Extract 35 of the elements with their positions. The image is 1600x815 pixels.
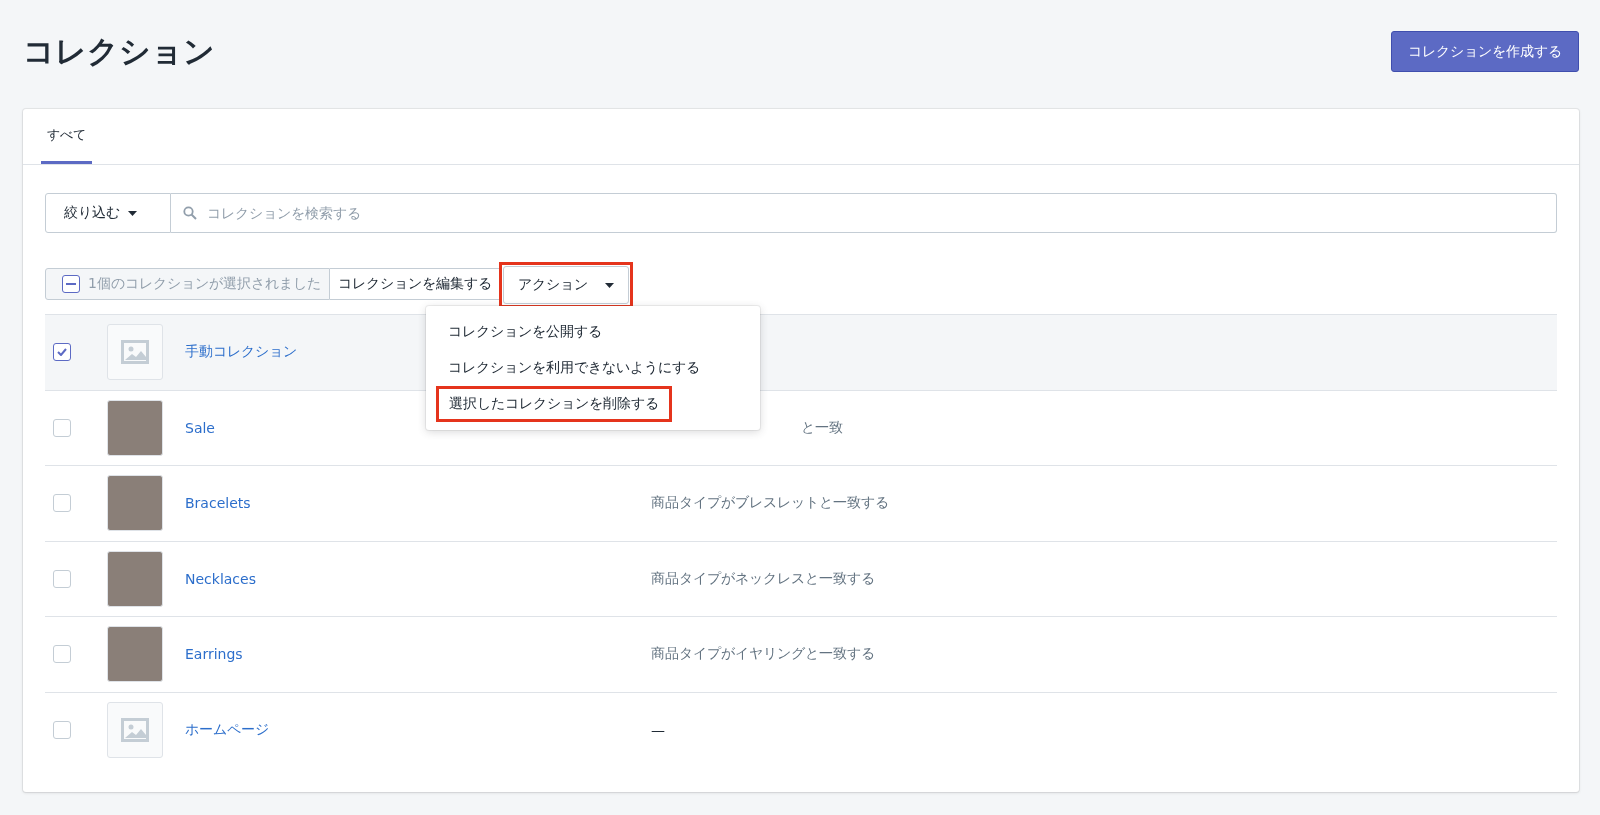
search-icon <box>183 206 197 220</box>
caret-icon <box>604 282 614 288</box>
image-icon <box>121 340 149 365</box>
collection-link[interactable]: Necklaces <box>185 570 256 587</box>
page-title: コレクション <box>23 31 215 71</box>
collection-link[interactable]: 手動コレクション <box>185 343 297 362</box>
image-icon <box>121 717 149 742</box>
menu-item[interactable]: コレクションを公開する <box>426 314 760 350</box>
photo-placeholder <box>107 626 163 683</box>
menu-item[interactable]: コレクションを利用できないようにする <box>426 350 760 386</box>
photo-placeholder <box>107 475 163 532</box>
condition-text: 商品タイプがブレスレットと一致する <box>651 494 889 513</box>
photo-placeholder <box>107 550 163 607</box>
select-all-checkbox[interactable] <box>62 275 80 293</box>
condition-text: と一致 <box>800 418 843 437</box>
minus-icon <box>66 283 76 285</box>
edit-collections-button[interactable]: コレクションを編集する <box>329 268 501 300</box>
action-dropdown[interactable]: アクション <box>502 266 629 304</box>
collection-link[interactable]: ホームページ <box>185 720 269 739</box>
collection-link[interactable]: Earrings <box>185 646 243 663</box>
checkmark-icon <box>57 348 67 357</box>
condition-text: 商品タイプがイヤリングと一致する <box>651 645 875 664</box>
condition-text: 商品タイプがネックレスと一致する <box>651 569 875 588</box>
create-collection-button[interactable]: コレクションを作成する <box>1391 31 1579 72</box>
tab[interactable]: すべて <box>41 109 92 164</box>
collection-link[interactable]: Sale <box>185 419 215 436</box>
condition-text: — <box>651 721 665 738</box>
selection-count: 1個のコレクションが選択されました <box>88 275 321 293</box>
collection-link[interactable]: Bracelets <box>185 495 251 512</box>
row-checkbox[interactable] <box>53 343 71 362</box>
search-field[interactable]: コレクションを検索する <box>171 193 1557 233</box>
photo-placeholder <box>107 399 163 456</box>
filter-button[interactable]: 絞り込む <box>45 193 171 233</box>
caret-icon <box>128 210 137 216</box>
menu-item[interactable]: 選択したコレクションを削除する <box>436 386 672 422</box>
